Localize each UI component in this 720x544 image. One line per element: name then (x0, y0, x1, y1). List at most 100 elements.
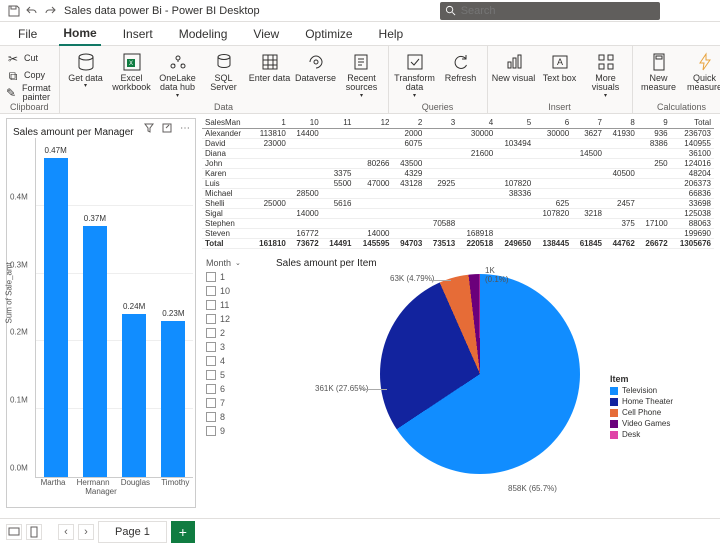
legend-item[interactable]: Video Games (610, 419, 714, 428)
bar-chart-visual[interactable]: ⋯ Sales amount per Manager Sum of Sale_a… (6, 118, 196, 508)
pie-chart-visual[interactable]: Month ⌄ 110111223456789 Sales amount per… (202, 254, 714, 508)
prev-page-icon[interactable]: ‹ (58, 524, 74, 540)
next-page-icon[interactable]: › (78, 524, 94, 540)
page-tab[interactable]: Page 1 (98, 521, 167, 543)
mobile-layout-icon[interactable] (26, 524, 42, 540)
column-header[interactable]: 1 (251, 118, 289, 128)
column-header[interactable]: 4 (458, 118, 496, 128)
table-row[interactable]: Shelli250005616625245733698 (202, 198, 714, 208)
tab-insert[interactable]: Insert (119, 24, 157, 45)
get-data-button[interactable]: Get data▾ (64, 48, 108, 90)
enter-data-button[interactable]: Enter data (248, 48, 292, 83)
column-header[interactable]: 7 (572, 118, 605, 128)
transform-data-button[interactable]: Transform data▾ (393, 48, 437, 99)
checkbox-icon[interactable] (206, 426, 216, 436)
undo-icon[interactable] (26, 4, 38, 18)
checkbox-icon[interactable] (206, 286, 216, 296)
new-visual-button[interactable]: New visual (492, 48, 536, 83)
format-painter-button[interactable]: ✎Format painter (6, 84, 53, 100)
more-icon[interactable]: ⋯ (179, 122, 191, 134)
column-header[interactable]: 10 (289, 118, 322, 128)
tab-view[interactable]: View (249, 24, 283, 45)
filter-icon[interactable] (143, 122, 155, 134)
column-header[interactable]: 8 (605, 118, 638, 128)
checkbox-icon[interactable] (206, 370, 216, 380)
tab-modeling[interactable]: Modeling (175, 24, 232, 45)
table-row[interactable]: John8026643500250124016 (202, 158, 714, 168)
slicer-item[interactable]: 3 (206, 342, 260, 352)
column-header[interactable]: 3 (425, 118, 458, 128)
cut-button[interactable]: ✂Cut (6, 50, 38, 66)
legend-item[interactable]: Home Theater (610, 397, 714, 406)
onelake-button[interactable]: OneLake data hub▾ (156, 48, 200, 99)
tab-file[interactable]: File (14, 24, 41, 45)
copy-button[interactable]: ⧉Copy (6, 67, 45, 83)
bar[interactable]: 0.47M (44, 158, 68, 477)
checkbox-icon[interactable] (206, 342, 216, 352)
slicer-item[interactable]: 8 (206, 412, 260, 422)
table-row[interactable]: Alexander1138101440020003000030000362741… (202, 128, 714, 138)
tab-optimize[interactable]: Optimize (301, 24, 356, 45)
table-row[interactable]: Diana216001450036100 (202, 148, 714, 158)
recent-sources-button[interactable]: Recent sources▾ (340, 48, 384, 99)
report-canvas[interactable]: ⋯ Sales amount per Manager Sum of Sale_a… (0, 114, 720, 518)
slicer-item[interactable]: 4 (206, 356, 260, 366)
table-row[interactable]: Stephen705883751710088063 (202, 218, 714, 228)
table-row[interactable]: Sigal140001078203218125038 (202, 208, 714, 218)
excel-button[interactable]: XExcel workbook (110, 48, 154, 93)
refresh-button[interactable]: Refresh (439, 48, 483, 83)
column-header[interactable]: 11 (322, 118, 355, 128)
table-visual[interactable]: SalesMan110111223456789TotalAlexander113… (202, 118, 714, 248)
table-row[interactable]: Michael285003833666836 (202, 188, 714, 198)
month-slicer[interactable]: Month ⌄ 110111223456789 (202, 254, 264, 440)
checkbox-icon[interactable] (206, 412, 216, 422)
slicer-item[interactable]: 12 (206, 314, 260, 324)
table-row[interactable]: Karen337543294050048204 (202, 168, 714, 178)
quick-measure-button[interactable]: Quick measure (683, 48, 720, 93)
checkbox-icon[interactable] (206, 314, 216, 324)
slicer-item[interactable]: 6 (206, 384, 260, 394)
bar[interactable]: 0.37M (83, 226, 107, 477)
checkbox-icon[interactable] (206, 398, 216, 408)
column-header[interactable]: 6 (534, 118, 572, 128)
checkbox-icon[interactable] (206, 356, 216, 366)
column-header[interactable]: Total (671, 118, 714, 128)
checkbox-icon[interactable] (206, 328, 216, 338)
legend-item[interactable]: Television (610, 386, 714, 395)
sql-server-button[interactable]: SQL Server (202, 48, 246, 93)
save-icon[interactable] (8, 4, 20, 18)
slicer-item[interactable]: 2 (206, 328, 260, 338)
table-row[interactable]: David2300060751034948386140955 (202, 138, 714, 148)
checkbox-icon[interactable] (206, 300, 216, 310)
bar[interactable]: 0.23M (161, 321, 185, 477)
column-header[interactable]: SalesMan (202, 118, 251, 128)
new-measure-button[interactable]: New measure (637, 48, 681, 93)
add-page-button[interactable]: + (171, 521, 195, 543)
checkbox-icon[interactable] (206, 272, 216, 282)
more-visuals-button[interactable]: More visuals▾ (584, 48, 628, 99)
desktop-layout-icon[interactable] (6, 524, 22, 540)
column-header[interactable]: 9 (638, 118, 671, 128)
slicer-item[interactable]: 5 (206, 370, 260, 380)
global-search[interactable] (440, 2, 660, 20)
legend-item[interactable]: Cell Phone (610, 408, 714, 417)
column-header[interactable]: 2 (393, 118, 426, 128)
slicer-item[interactable]: 11 (206, 300, 260, 310)
slicer-item[interactable]: 9 (206, 426, 260, 436)
table-row[interactable]: Luis550047000431282925107820206373 (202, 178, 714, 188)
focus-icon[interactable] (161, 122, 173, 134)
tab-home[interactable]: Home (59, 23, 100, 46)
chevron-down-icon[interactable]: ⌄ (235, 259, 241, 267)
text-box-button[interactable]: AText box (538, 48, 582, 83)
dataverse-button[interactable]: Dataverse (294, 48, 338, 83)
column-header[interactable]: 12 (355, 118, 393, 128)
redo-icon[interactable] (44, 4, 56, 18)
slicer-item[interactable]: 1 (206, 272, 260, 282)
tab-help[interactable]: Help (375, 24, 408, 45)
bar[interactable]: 0.24M (122, 314, 146, 477)
slicer-item[interactable]: 10 (206, 286, 260, 296)
slicer-item[interactable]: 7 (206, 398, 260, 408)
checkbox-icon[interactable] (206, 384, 216, 394)
search-input[interactable] (461, 5, 660, 17)
table-row[interactable]: Steven1677214000168918199690 (202, 228, 714, 238)
